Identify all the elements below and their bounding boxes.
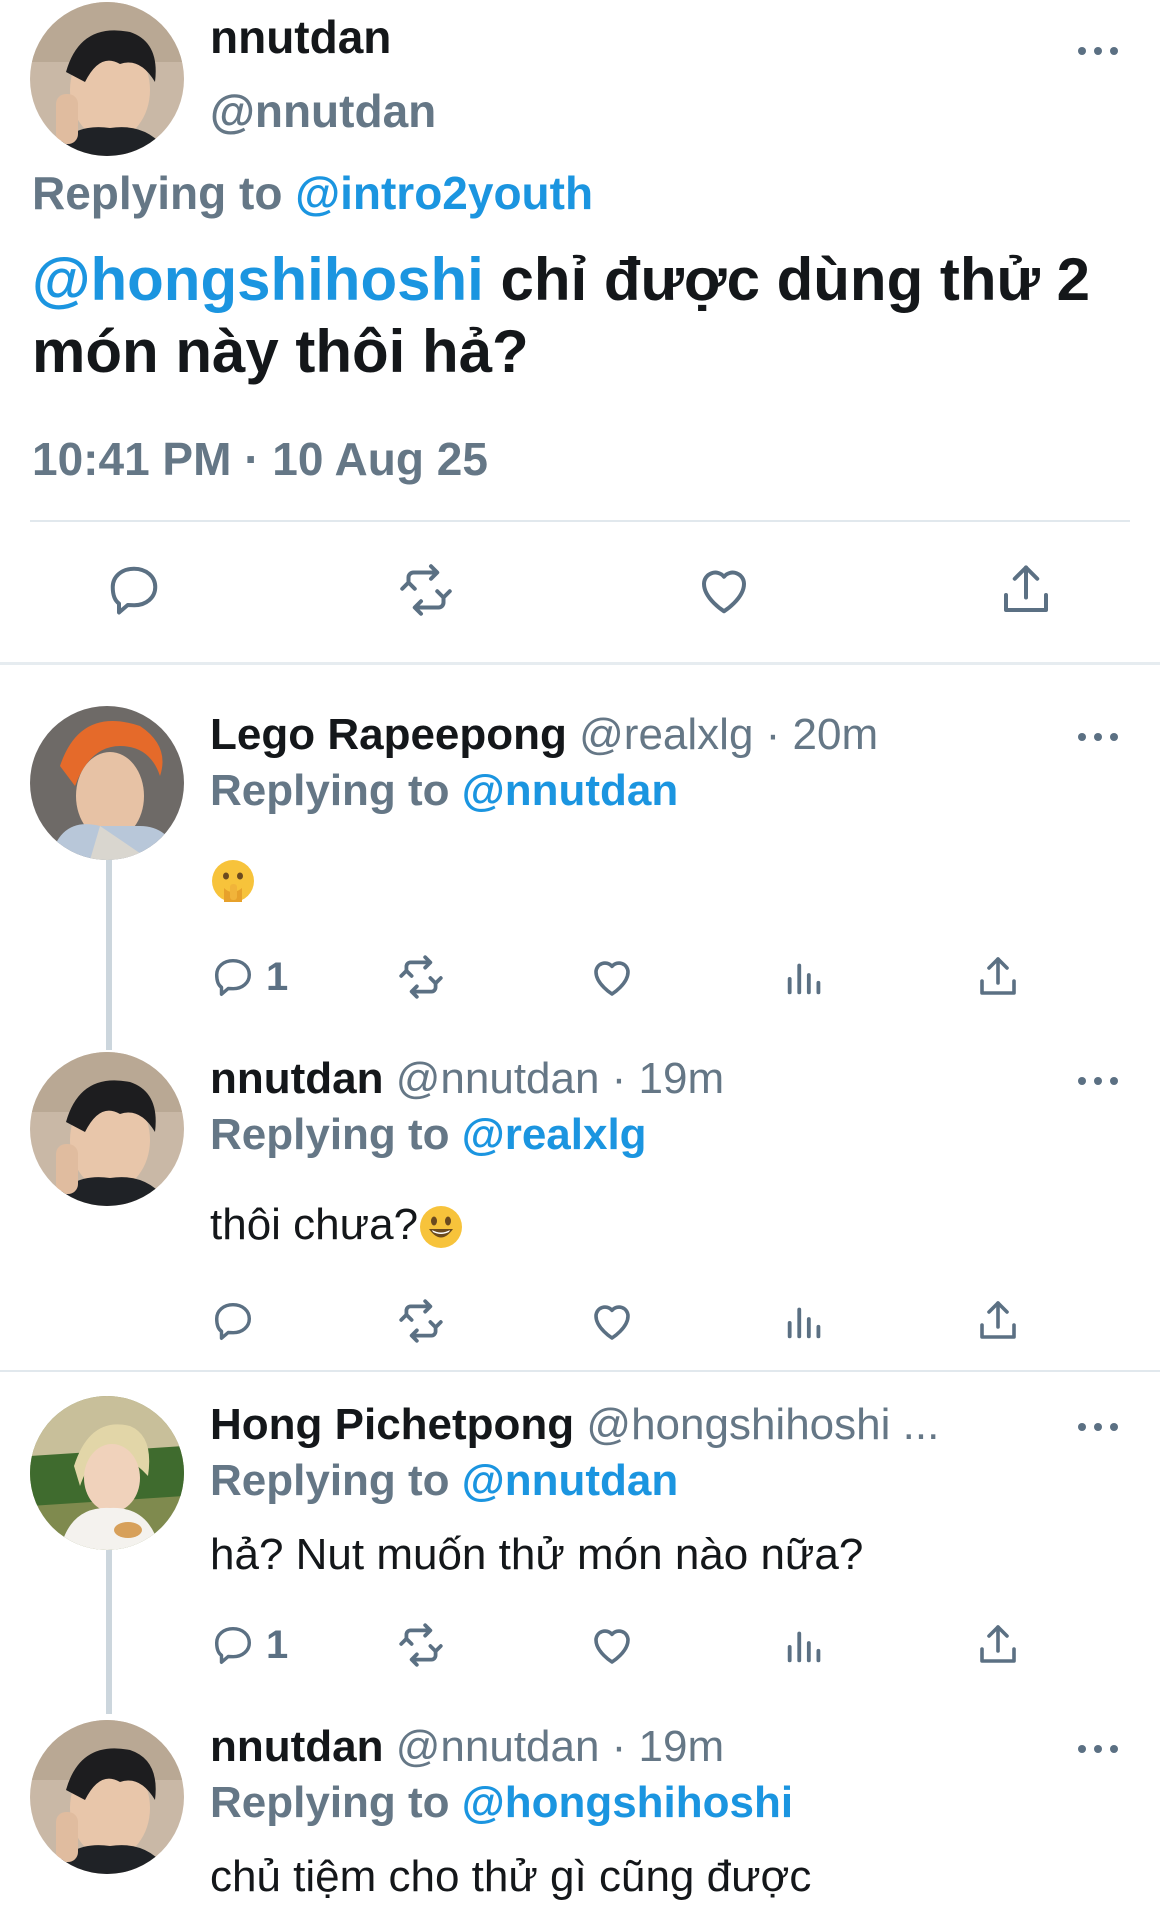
author-name[interactable]: nnutdan — [210, 1722, 384, 1771]
like-icon[interactable] — [588, 1296, 636, 1346]
reply-button[interactable]: 1 — [210, 952, 288, 1002]
reply-actions: 1 — [210, 952, 1040, 1002]
views-icon[interactable] — [782, 952, 828, 1002]
author-meta[interactable]: @realxlg · 20m — [567, 710, 878, 759]
share-icon[interactable] — [974, 952, 1022, 1002]
reply-button[interactable]: 1 — [210, 1620, 288, 1670]
replying-to: Replying to @hongshihoshi — [210, 1778, 793, 1828]
avatar[interactable] — [30, 1396, 184, 1550]
author-meta[interactable]: @nnutdan · 19m — [384, 1722, 724, 1771]
retweet-icon[interactable] — [396, 952, 446, 1002]
replying-to: Replying to @realxlg — [210, 1110, 647, 1160]
replying-label: Replying to — [210, 1456, 450, 1505]
avatar[interactable] — [30, 2, 184, 156]
replying-to: Replying to @nnutdan — [210, 766, 678, 816]
more-options-icon[interactable] — [1076, 1738, 1120, 1758]
views-icon[interactable] — [782, 1620, 828, 1670]
replying-to: Replying to @intro2youth — [32, 166, 593, 220]
replying-to-link[interactable]: @intro2youth — [295, 167, 593, 219]
share-icon[interactable] — [974, 1296, 1022, 1346]
replying-to-link[interactable]: @nnutdan — [462, 766, 678, 815]
like-icon[interactable] — [588, 952, 636, 1002]
reply-header: nnutdan @nnutdan · 19m — [210, 1722, 724, 1772]
reply-header: nnutdan @nnutdan · 19m — [210, 1054, 724, 1104]
share-icon[interactable] — [974, 1620, 1022, 1670]
reply-button[interactable] — [210, 1296, 256, 1346]
replying-to: Replying to @nnutdan — [210, 1456, 678, 1506]
retweet-icon[interactable] — [396, 1620, 446, 1670]
reply-header: Lego Rapeepong @realxlg · 20m — [210, 710, 878, 760]
reply-actions — [210, 1296, 1040, 1346]
replying-label: Replying to — [32, 167, 283, 219]
reply-text — [210, 854, 256, 904]
replying-to-link[interactable]: @nnutdan — [462, 1456, 678, 1505]
section-divider — [0, 662, 1160, 665]
thread-line — [106, 860, 112, 1050]
avatar[interactable] — [30, 1720, 184, 1874]
avatar[interactable] — [30, 1052, 184, 1206]
reply-header: Hong Pichetpong @hongshihoshi ... — [210, 1400, 939, 1450]
author-name[interactable]: nnutdan — [210, 10, 391, 64]
like-icon[interactable] — [694, 560, 754, 620]
reply-text: hả? Nut muốn thử món nào nữa? — [210, 1530, 864, 1579]
smiling-face-emoji — [420, 1206, 463, 1249]
like-icon[interactable] — [588, 1620, 636, 1670]
more-options-icon[interactable] — [1076, 726, 1120, 746]
reply-actions: 1 — [210, 1620, 1040, 1670]
reply-body: thôi chưa? — [210, 1200, 419, 1249]
author-meta[interactable]: @nnutdan · 19m — [384, 1054, 724, 1103]
mention-link[interactable]: @hongshihoshi — [32, 246, 484, 313]
author-handle[interactable]: @nnutdan — [210, 84, 436, 138]
replying-to-link[interactable]: @hongshihoshi — [462, 1778, 793, 1827]
replying-label: Replying to — [210, 1778, 450, 1827]
replying-label: Replying to — [210, 1110, 450, 1159]
replying-label: Replying to — [210, 766, 450, 815]
retweet-icon[interactable] — [396, 1296, 446, 1346]
divider — [0, 1370, 1160, 1372]
thread-line — [106, 1548, 112, 1714]
author-name[interactable]: nnutdan — [210, 1054, 384, 1103]
tweet-text: @hongshihoshi chỉ được dùng thử 2 món nà… — [32, 244, 1132, 388]
retweet-icon[interactable] — [396, 560, 456, 620]
reply-icon — [214, 1626, 252, 1664]
tweet-timestamp[interactable]: 10:41 PM · 10 Aug 25 — [32, 432, 488, 486]
more-options-icon[interactable] — [1076, 40, 1120, 60]
author-meta[interactable]: @hongshihoshi ... — [574, 1400, 939, 1449]
avatar[interactable] — [30, 706, 184, 860]
views-icon[interactable] — [782, 1296, 828, 1346]
reply-icon — [214, 1302, 252, 1340]
more-options-icon[interactable] — [1076, 1070, 1120, 1090]
reply-text: chủ tiệm cho thử gì cũng được — [210, 1852, 812, 1901]
reply-count: 1 — [266, 1622, 289, 1667]
reply-icon[interactable] — [104, 560, 164, 620]
reply-text: thôi chưa? — [210, 1200, 464, 1250]
divider — [30, 520, 1130, 522]
replying-to-link[interactable]: @realxlg — [462, 1110, 647, 1159]
share-icon[interactable] — [996, 560, 1056, 620]
more-options-icon[interactable] — [1076, 1416, 1120, 1436]
reply-count: 1 — [266, 954, 289, 999]
reply-icon — [214, 958, 252, 996]
tweet-actions — [0, 560, 1160, 630]
author-name[interactable]: Hong Pichetpong — [210, 1400, 574, 1449]
shushing-face-emoji — [212, 860, 254, 903]
author-name[interactable]: Lego Rapeepong — [210, 710, 567, 759]
